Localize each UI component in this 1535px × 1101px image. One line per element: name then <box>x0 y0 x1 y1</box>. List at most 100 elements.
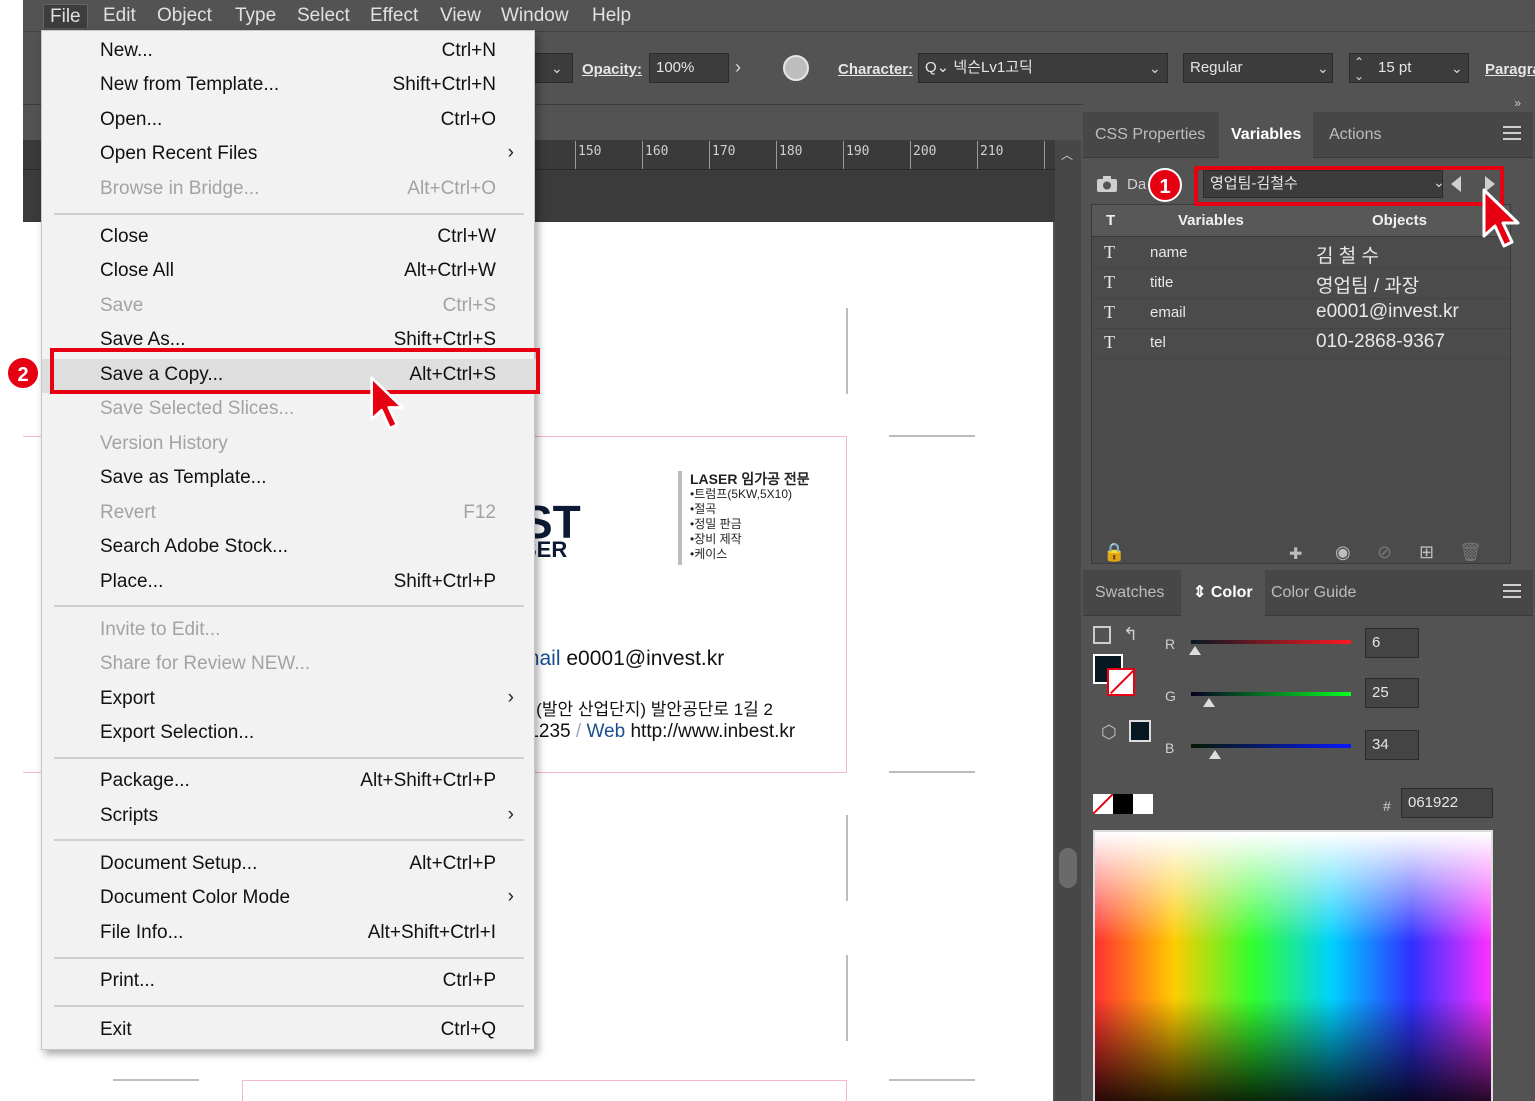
crop-mark <box>846 308 848 394</box>
r-slider-handle[interactable] <box>1189 646 1201 655</box>
menu-effect[interactable]: Effect <box>364 4 424 28</box>
stepper-icon[interactable]: ⌃ ⌄ <box>1354 55 1364 83</box>
menu-item-file-info[interactable]: File Info... Alt+Shift+Ctrl+I <box>42 917 536 951</box>
menu-type[interactable]: Type <box>229 4 282 28</box>
tab-color[interactable]: ⇕ Color <box>1181 570 1265 616</box>
none-slash <box>1109 669 1135 695</box>
character-label[interactable]: Character: <box>838 61 913 78</box>
hex-input[interactable]: 061922 <box>1401 788 1493 818</box>
none-swatch[interactable] <box>1093 794 1113 814</box>
menu-item-place[interactable]: Place... Shift+Ctrl+P <box>42 566 536 600</box>
menu-item-print[interactable]: Print... Ctrl+P <box>42 965 536 999</box>
menu-item-save-selected-slices[interactable]: Save Selected Slices... <box>42 393 536 427</box>
scroll-thumb[interactable] <box>1059 848 1077 888</box>
ruler-tick: 150 <box>578 144 602 159</box>
menu-separator <box>54 957 524 959</box>
variable-row[interactable]: T email e0001@invest.kr <box>1092 299 1510 329</box>
variable-row[interactable]: T title 영업팀 / 과장 <box>1092 269 1510 299</box>
g-slider[interactable] <box>1191 692 1351 696</box>
color-spectrum[interactable] <box>1093 830 1493 1101</box>
menu-window[interactable]: Window <box>495 4 575 28</box>
canvas-vertical-scrollbar[interactable]: ︿ <box>1055 140 1081 1101</box>
chevron-right-icon[interactable]: › <box>735 57 741 78</box>
menu-help[interactable]: Help <box>586 4 637 28</box>
r-input[interactable]: 6 <box>1365 628 1419 658</box>
swap-colors-icon[interactable]: ↰ <box>1123 624 1138 645</box>
menu-item-new[interactable]: New... Ctrl+N <box>42 35 536 69</box>
b-input[interactable]: 34 <box>1365 730 1419 760</box>
menu-file[interactable]: File <box>43 4 88 28</box>
lock-icon[interactable]: 🔒 <box>1103 542 1125 563</box>
menu-item-document-setup[interactable]: Document Setup... Alt+Ctrl+P <box>42 848 536 882</box>
menu-item-open-recent[interactable]: Open Recent Files › <box>42 138 536 172</box>
tab-css-properties[interactable]: CSS Properties <box>1083 112 1217 158</box>
chevron-down-icon[interactable]: ⌄ <box>1149 60 1161 77</box>
font-family-select[interactable]: Q⌄ 넥슨Lv1고딕 <box>918 53 1168 83</box>
out-of-gamut-swatch[interactable] <box>1129 720 1151 742</box>
recolor-icon[interactable] <box>783 55 809 81</box>
side-list: •트럼프(5KW,5X10) •절곡 •정밀 판금 •장비 제작 •케이스 <box>690 487 792 562</box>
panel-menu-icon[interactable] <box>1503 126 1521 142</box>
tab-swatches[interactable]: Swatches <box>1083 570 1176 616</box>
b-label: B <box>1165 740 1175 756</box>
menu-item-package[interactable]: Package... Alt+Shift+Ctrl+P <box>42 765 536 799</box>
chevron-down-icon[interactable]: ⌄ <box>1451 60 1463 77</box>
capture-dataset-icon[interactable]: ✚ <box>1289 544 1302 564</box>
menu-item-close-all[interactable]: Close All Alt+Ctrl+W <box>42 255 536 289</box>
trash-icon[interactable]: 🗑 <box>1459 542 1482 563</box>
camera-icon[interactable] <box>1095 174 1119 194</box>
menu-item-share-for-review[interactable]: Share for Review NEW... <box>42 648 536 682</box>
menu-object[interactable]: Object <box>151 4 218 28</box>
menu-item-save[interactable]: Save Ctrl+S <box>42 290 536 324</box>
variable-row[interactable]: T tel 010-2868-9367 <box>1092 329 1510 359</box>
g-input[interactable]: 25 <box>1365 678 1419 708</box>
menu-separator <box>54 757 524 759</box>
menu-item-export[interactable]: Export › <box>42 683 536 717</box>
tab-color-guide[interactable]: Color Guide <box>1259 570 1368 616</box>
menu-item-close[interactable]: Close Ctrl+W <box>42 221 536 255</box>
col-objects-header[interactable]: Objects <box>1372 212 1427 229</box>
stroke-swatch[interactable] <box>1107 668 1135 696</box>
menu-item-document-color-mode[interactable]: Document Color Mode › <box>42 882 536 916</box>
panel-menu-icon[interactable] <box>1503 584 1521 600</box>
black-swatch[interactable] <box>1113 794 1133 814</box>
menu-item-search-adobe-stock[interactable]: Search Adobe Stock... <box>42 531 536 565</box>
menu-view[interactable]: View <box>434 4 487 28</box>
menu-item-new-from-template[interactable]: New from Template... Shift+Ctrl+N <box>42 69 536 103</box>
menu-item-save-as-template[interactable]: Save as Template... <box>42 462 536 496</box>
chevron-down-icon[interactable]: ⌄ <box>1317 60 1329 77</box>
cube-icon[interactable]: ⬡ <box>1101 722 1117 743</box>
opacity-input[interactable]: 100% <box>649 53 729 83</box>
bind-visibility-icon[interactable]: ◉ <box>1335 542 1351 563</box>
menu-item-browse-bridge[interactable]: Browse in Bridge... Alt+Ctrl+O <box>42 173 536 207</box>
collapse-panels-icon[interactable]: » <box>1514 96 1521 110</box>
paragraph-label[interactable]: Paragra <box>1485 61 1535 78</box>
opacity-label[interactable]: Opacity: <box>582 61 642 78</box>
font-style-select[interactable]: Regular <box>1183 53 1333 83</box>
menu-item-invite-to-edit[interactable]: Invite to Edit... <box>42 614 536 648</box>
chevron-up-icon[interactable]: ︿ <box>1061 146 1073 163</box>
r-slider[interactable] <box>1191 640 1351 644</box>
unbind-icon[interactable]: ⊘ <box>1377 542 1392 563</box>
g-slider-handle[interactable] <box>1203 698 1215 707</box>
menu-item-scripts[interactable]: Scripts › <box>42 800 536 834</box>
business-card-next[interactable] <box>242 1080 847 1101</box>
menu-item-export-selection[interactable]: Export Selection... <box>42 717 536 751</box>
chevron-down-icon[interactable]: ⌄ <box>551 60 563 77</box>
new-variable-icon[interactable]: ⊞ <box>1419 542 1434 563</box>
email-line: mail e0001@invest.kr <box>522 647 724 671</box>
menu-item-exit[interactable]: Exit Ctrl+Q <box>42 1014 536 1048</box>
col-variables-header[interactable]: Variables <box>1178 212 1244 229</box>
menu-select[interactable]: Select <box>291 4 356 28</box>
menu-item-open[interactable]: Open... Ctrl+O <box>42 104 536 138</box>
tab-variables[interactable]: Variables <box>1219 112 1314 158</box>
default-colors-icon[interactable] <box>1093 626 1111 644</box>
b-slider-handle[interactable] <box>1209 750 1221 759</box>
menu-edit[interactable]: Edit <box>97 4 142 28</box>
menu-item-version-history[interactable]: Version History <box>42 428 536 462</box>
tab-actions[interactable]: Actions <box>1317 112 1393 158</box>
variable-row[interactable]: T name 김 철 수 <box>1092 239 1510 269</box>
menu-item-revert[interactable]: Revert F12 <box>42 497 536 531</box>
white-swatch[interactable] <box>1133 794 1153 814</box>
b-slider[interactable] <box>1191 744 1351 748</box>
